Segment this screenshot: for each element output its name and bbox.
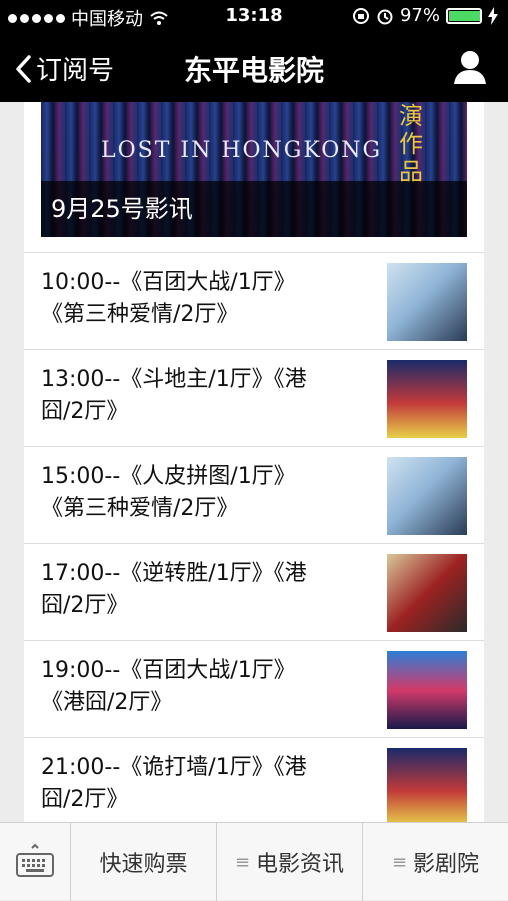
list-item[interactable]: 17:00--《逆转胜/1厅》《港 囧/2厅》 <box>24 543 484 639</box>
movie-thumbnail <box>387 748 467 822</box>
keyboard-toggle-button[interactable] <box>0 823 70 901</box>
page-title: 东平电影院 <box>183 54 324 87</box>
showtime-text: 15:00--《人皮拼图/1厅》 《第三种爱情/2厅》 <box>41 461 371 525</box>
showtime-text: 17:00--《逆转胜/1厅》《港 囧/2厅》 <box>41 558 371 622</box>
showtime-line: 囧/2厅》 <box>41 399 129 424</box>
showtime-line: 《港囧/2厅》 <box>41 690 173 715</box>
movie-thumbnail <box>387 263 467 341</box>
poster-title: LOST IN HONGKONG <box>101 138 383 163</box>
nav-bar: 订阅号 东平电影院 <box>0 32 508 102</box>
showtime-line: 21:00--《诡打墙/1厅》《港 <box>41 755 307 780</box>
showtime-line: 囧/2厅》 <box>41 593 129 618</box>
showtime-line: 10:00--《百团大战/1厅》 <box>41 270 296 295</box>
showtime-line: 15:00--《人皮拼图/1厅》 <box>41 464 296 489</box>
showtime-text: 13:00--《斗地主/1厅》《港 囧/2厅》 <box>41 364 371 428</box>
user-icon <box>454 51 486 84</box>
charging-icon <box>488 6 498 25</box>
menu-icon: ≡ <box>234 851 251 873</box>
user-button[interactable] <box>454 50 486 88</box>
orientation-lock-icon <box>352 7 369 24</box>
showtime-line: 19:00--《百团大战/1厅》 <box>41 658 296 683</box>
battery-icon <box>446 7 482 24</box>
article-card: LOST IN HONGKONG 演作品 9月25号影讯 10:00--《百团大… <box>24 102 484 822</box>
showtime-line: 13:00--《斗地主/1厅》《港 <box>41 367 307 392</box>
list-item[interactable]: 15:00--《人皮拼图/1厅》 《第三种爱情/2厅》 <box>24 446 484 542</box>
movie-thumbnail <box>387 651 467 729</box>
showtime-line: 《第三种爱情/2厅》 <box>41 302 239 327</box>
showtime-text: 19:00--《百团大战/1厅》 《港囧/2厅》 <box>41 655 371 719</box>
keyboard-icon <box>16 843 54 877</box>
status-right: 97% <box>352 5 498 26</box>
tab-quick-ticket[interactable]: 快速购票 <box>70 823 216 901</box>
list-item[interactable]: 13:00--《斗地主/1厅》《港 囧/2厅》 <box>24 349 484 445</box>
tab-movie-news[interactable]: ≡ 电影资讯 <box>216 823 362 901</box>
tab-label: 电影资讯 <box>256 852 345 877</box>
menu-icon: ≡ <box>391 851 408 873</box>
list-item[interactable]: 21:00--《诡打墙/1厅》《港 囧/2厅》 <box>24 737 484 822</box>
movie-thumbnail <box>387 457 467 535</box>
showtime-text: 21:00--《诡打墙/1厅》《港 囧/2厅》 <box>41 752 371 816</box>
list-item[interactable]: 10:00--《百团大战/1厅》 《第三种爱情/2厅》 <box>24 252 484 348</box>
showtime-text: 10:00--《百团大战/1厅》 《第三种爱情/2厅》 <box>41 267 371 331</box>
banner-image[interactable]: LOST IN HONGKONG 演作品 9月25号影讯 <box>41 102 467 237</box>
tab-label: 快速购票 <box>99 852 188 877</box>
poster-cn-text: 演作品 <box>399 102 423 186</box>
bottom-menu-bar: 快速购票 ≡ 电影资讯 ≡ 影剧院 <box>0 822 508 901</box>
status-bar: 中国移动 13:18 97% <box>0 0 508 32</box>
movie-thumbnail <box>387 360 467 438</box>
battery-fill <box>449 10 481 21</box>
showtime-line: 《第三种爱情/2厅》 <box>41 496 239 521</box>
list-item[interactable]: 19:00--《百团大战/1厅》 《港囧/2厅》 <box>24 640 484 736</box>
battery-percent: 97% <box>399 5 440 26</box>
tab-theater[interactable]: ≡ 影剧院 <box>362 823 508 901</box>
tab-label: 影剧院 <box>413 852 480 877</box>
alarm-icon <box>377 9 393 24</box>
showtime-line: 17:00--《逆转胜/1厅》《港 <box>41 561 307 586</box>
movie-thumbnail <box>387 554 467 632</box>
banner-caption: 9月25号影讯 <box>41 181 467 237</box>
showtime-line: 囧/2厅》 <box>41 787 129 812</box>
